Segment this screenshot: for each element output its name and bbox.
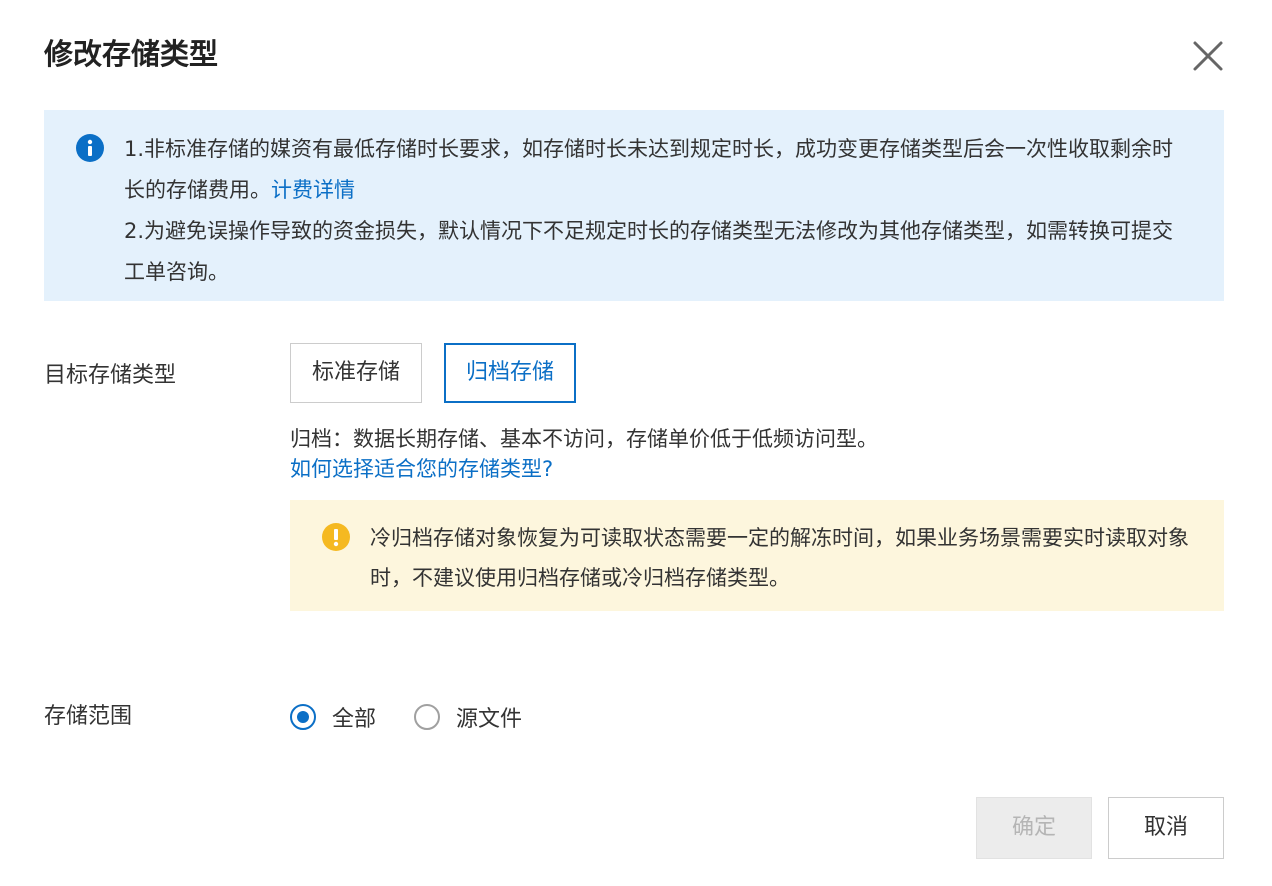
- storage-scope-label: 存储范围: [44, 704, 133, 729]
- radio-unchecked-icon[interactable]: [414, 704, 440, 730]
- warning-icon: [322, 523, 350, 551]
- cancel-button[interactable]: 取消: [1108, 797, 1224, 859]
- target-type-label: 目标存储类型: [44, 363, 177, 388]
- scope-radio-source-file[interactable]: 源文件: [414, 700, 522, 734]
- storage-type-help-link[interactable]: 如何选择适合您的存储类型?: [290, 453, 553, 485]
- close-button[interactable]: [1190, 38, 1226, 74]
- close-icon: [1193, 41, 1223, 71]
- warning-notice: 冷归档存储对象恢复为可读取状态需要一定的解冻时间，如果业务场景需要实时读取对象时…: [290, 500, 1224, 611]
- scope-radio-all[interactable]: 全部: [290, 700, 376, 734]
- info-notice: 1.非标准存储的媒资有最低存储时长要求，如存储时长未达到规定时长，成功变更存储类…: [44, 110, 1224, 301]
- option-standard-storage[interactable]: 标准存储: [290, 343, 422, 403]
- scope-radio-source-file-label: 源文件: [456, 707, 523, 732]
- confirm-button[interactable]: 确定: [976, 797, 1092, 859]
- info-line-1: 1.非标准存储的媒资有最低存储时长要求，如存储时长未达到规定时长，成功变更存储类…: [124, 129, 1184, 211]
- billing-details-link[interactable]: 计费详情: [271, 178, 355, 202]
- dialog-title: 修改存储类型: [44, 37, 219, 71]
- option-archive-storage[interactable]: 归档存储: [444, 343, 576, 403]
- modify-storage-type-dialog: 修改存储类型 1.非标准存储的媒资有最低存储时长要求，如存储时长未达到规定时长，…: [0, 0, 1272, 886]
- warning-text: 冷归档存储对象恢复为可读取状态需要一定的解冻时间，如果业务场景需要实时读取对象时…: [370, 526, 1189, 590]
- scope-radio-all-label: 全部: [332, 707, 377, 732]
- info-line-2: 2.为避免误操作导致的资金损失，默认情况下不足规定时长的存储类型无法修改为其他存…: [124, 219, 1174, 284]
- storage-type-description: 归档：数据长期存储、基本不访问，存储单价低于低频访问型。: [290, 427, 878, 451]
- radio-checked-icon[interactable]: [290, 704, 316, 730]
- info-icon: [76, 134, 104, 162]
